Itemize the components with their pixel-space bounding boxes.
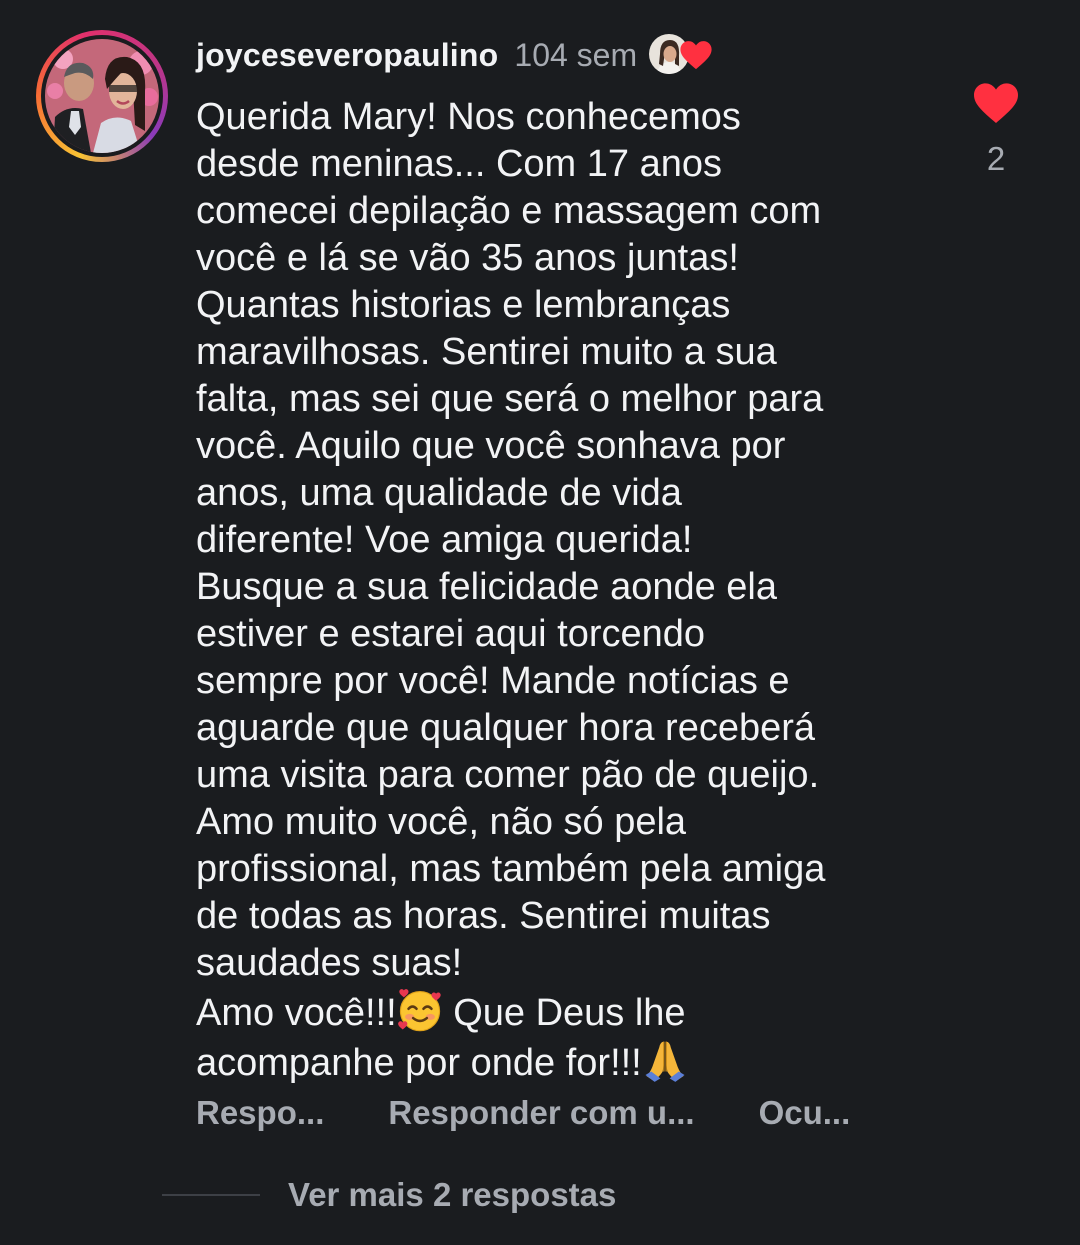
comment-line: Amo muito você, não só pela — [196, 801, 687, 843]
comment-line: diferente! Voe amiga querida! — [196, 519, 693, 561]
comment-line: Amo você!!! Que Deus lhe — [196, 987, 936, 1037]
comment-line: de todas as horas. Sentirei muitas — [196, 895, 771, 937]
like-count: 2 — [986, 140, 1006, 177]
folded-hands-icon — [645, 1041, 685, 1082]
replies-divider — [162, 1194, 260, 1196]
author-avatar-photo — [45, 39, 159, 153]
reply-with-button[interactable]: Responder com u... — [388, 1094, 694, 1132]
comment-line-part: Que Deus lhe — [442, 992, 686, 1034]
avatar-gap — [41, 35, 163, 157]
comment-line: saudades suas! — [196, 942, 463, 984]
comment-header: joyceseveropaulino 104 sem — [196, 32, 719, 78]
comment-line: desde meninas... Com 17 anos — [196, 143, 722, 185]
comment-line: você e lá se vão 35 anos juntas! — [196, 237, 739, 279]
reply-button[interactable]: Respo... — [196, 1094, 324, 1132]
comment-line: uma visita para comer pão de queijo. — [196, 754, 820, 796]
comment-line: anos, uma qualidade de vida — [196, 472, 682, 514]
comment-line-part: Amo você!!! — [196, 992, 397, 1034]
comment-line: Busque a sua felicidade aonde ela — [196, 566, 778, 608]
comment-line: maravilhosas. Sentirei muito a sua — [196, 331, 777, 373]
comment-line: você. Aquilo que você sonhava por — [196, 425, 786, 467]
view-more-replies-button[interactable]: Ver mais 2 respostas — [162, 1176, 616, 1214]
author-liked-heart-icon — [680, 41, 712, 70]
comment-line: comecei depilação e massagem com — [196, 190, 822, 232]
author-avatar[interactable] — [36, 30, 168, 162]
comment-line: Querida Mary! Nos conhecemos — [196, 96, 741, 138]
comment-text: Querida Mary! Nos conhecemos desde menin… — [196, 94, 936, 1087]
comment-actions: Respo... Responder com u... Ocu... — [196, 1094, 850, 1132]
comment-line: estiver e estarei aqui torcendo — [196, 613, 706, 655]
hide-button[interactable]: Ocu... — [759, 1094, 851, 1132]
comment-timestamp: 104 sem — [514, 36, 638, 73]
comment-line: profissional, mas também pela amiga — [196, 848, 826, 890]
liked-by-author-badge — [649, 32, 719, 78]
view-more-replies-label: Ver mais 2 respostas — [288, 1176, 617, 1213]
profile-photo-icon — [45, 39, 159, 153]
comment-line: falta, mas sei que será o melhor para — [196, 378, 824, 420]
smiling-face-with-hearts-icon — [397, 989, 441, 1032]
comment-line: sempre por você! Mande notícias e — [196, 660, 790, 702]
username-link[interactable]: joyceseveropaulino — [196, 37, 498, 74]
comment-line: Quantas historias e lembranças — [196, 284, 731, 326]
comment-line: acompanhe por onde for!!! — [196, 1037, 936, 1087]
like-heart-icon[interactable] — [972, 80, 1020, 126]
comment-line: aguarde que qualquer hora receberá — [196, 707, 816, 749]
comment-line-part: acompanhe por onde for!!! — [196, 1042, 642, 1084]
